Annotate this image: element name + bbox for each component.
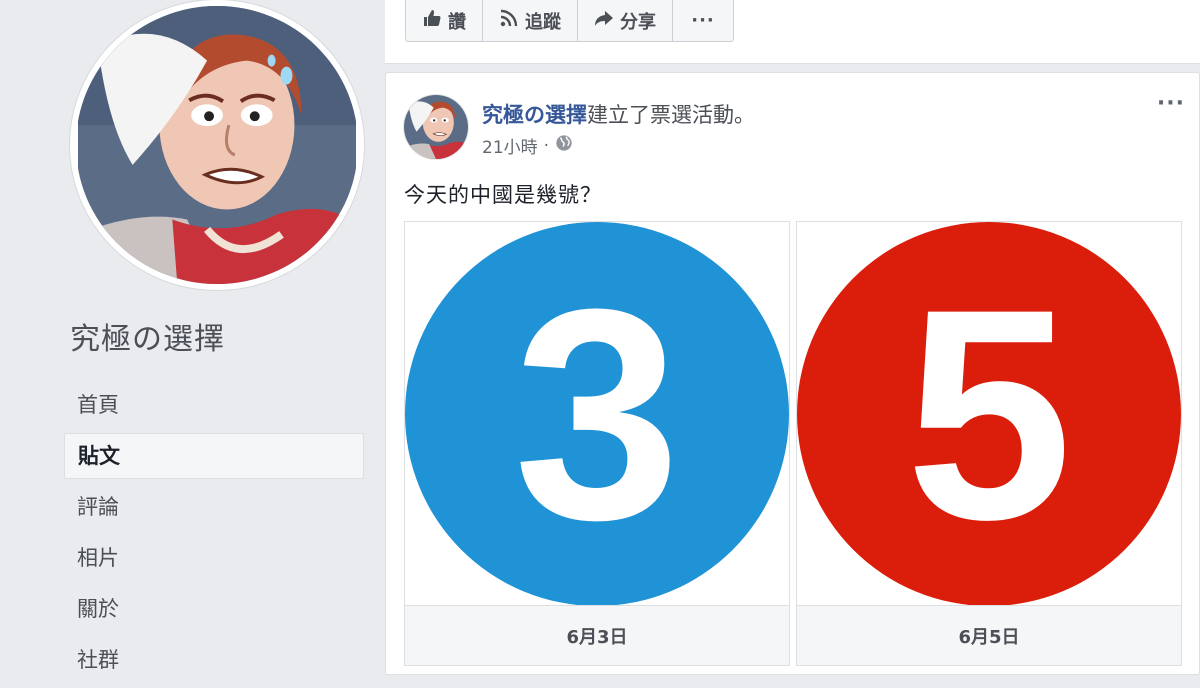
cartoon-man-avatar-icon [404, 95, 468, 159]
nav-item-home[interactable]: 首頁 [64, 382, 364, 433]
post-options-button[interactable]: ··· [1157, 91, 1185, 116]
share-label: 分享 [620, 11, 656, 33]
poll-option-a[interactable]: 3 6月3日 [404, 221, 790, 666]
post-timestamp[interactable]: 21小時 [482, 133, 538, 158]
post-action-text: 建立了票選活動。 [587, 103, 755, 127]
page-profile-picture[interactable] [70, 0, 364, 290]
rss-icon [499, 8, 519, 33]
poll-post: 究極の選擇建立了票選活動。 21小時 · ··· 今天的中國是幾號？ 3 6月3… [385, 72, 1200, 675]
share-arrow-icon [594, 8, 614, 33]
number-five-circle-icon: 5 [797, 222, 1181, 606]
thumbs-up-icon [422, 8, 442, 33]
more-actions-button[interactable]: ··· [673, 0, 733, 41]
page-sidebar: 究極の選擇 首頁 貼文 評論 相片 關於 社群 [0, 0, 384, 675]
page-action-bar: 讚 追蹤 分享 ··· [385, 0, 1200, 64]
poll-option-b-image: 5 [797, 222, 1181, 606]
share-button[interactable]: 分享 [578, 0, 673, 41]
poll-option-a-label: 6月3日 [405, 605, 789, 665]
poll-option-b-label: 6月5日 [797, 605, 1181, 665]
follow-button[interactable]: 追蹤 [483, 0, 578, 41]
post-author-link[interactable]: 究極の選擇 [482, 103, 587, 127]
like-button[interactable]: 讚 [406, 0, 483, 41]
follow-label: 追蹤 [525, 11, 561, 33]
nav-item-community[interactable]: 社群 [64, 637, 364, 688]
poll-question: 今天的中國是幾號？ [404, 183, 602, 207]
page-action-buttons: 讚 追蹤 分享 ··· [405, 0, 734, 42]
page-navigation: 首頁 貼文 評論 相片 關於 社群 [64, 382, 364, 688]
page-title: 究極の選擇 [70, 322, 225, 357]
nav-item-photos[interactable]: 相片 [64, 535, 364, 586]
nav-item-reviews[interactable]: 評論 [64, 484, 364, 535]
number-three-circle-icon: 3 [405, 222, 789, 606]
like-label: 讚 [448, 11, 466, 33]
nav-item-posts[interactable]: 貼文 [64, 433, 364, 479]
poll-option-b[interactable]: 5 6月5日 [796, 221, 1182, 666]
meta-separator: · [543, 135, 550, 156]
globe-icon [555, 134, 573, 157]
more-dots-icon: ··· [691, 10, 715, 31]
poll-option-a-image: 3 [405, 222, 789, 606]
nav-item-about[interactable]: 關於 [64, 586, 364, 637]
post-header: 究極の選擇建立了票選活動。 [482, 99, 755, 129]
cartoon-man-avatar-icon [78, 6, 356, 284]
post-meta: 21小時 · [482, 133, 573, 158]
post-author-avatar[interactable] [404, 95, 468, 159]
